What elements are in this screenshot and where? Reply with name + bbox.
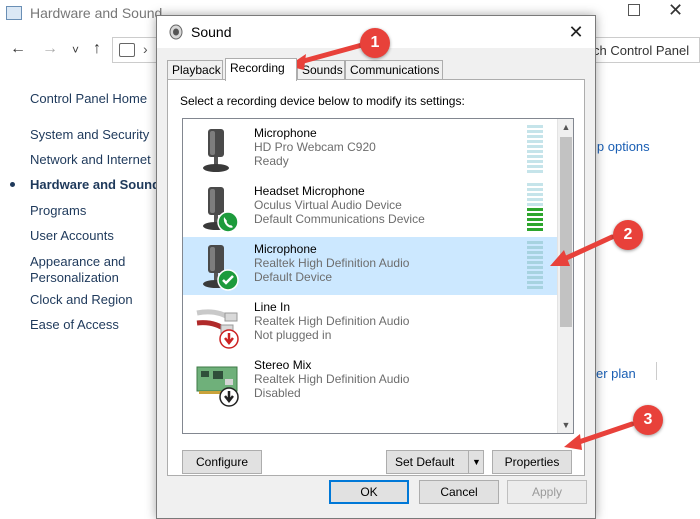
active-bullet-icon [10, 182, 15, 187]
device-name: Stereo Mix [254, 358, 312, 372]
microphone-icon [203, 129, 229, 172]
configure-button[interactable]: Configure [182, 450, 262, 474]
tab-communications[interactable]: Communications [345, 60, 443, 80]
device-description: Realtek High Definition Audio [254, 314, 410, 328]
sidebar-item-control-panel-home[interactable]: Control Panel Home [30, 91, 147, 107]
dialog-title: Sound [191, 24, 232, 40]
level-meter [527, 241, 543, 291]
level-meter [527, 183, 543, 233]
sidebar-item-personalization[interactable]: Personalization [30, 270, 119, 286]
device-description: Realtek High Definition Audio [254, 256, 410, 270]
check-badge-icon [217, 269, 239, 291]
annotation-badge-2: 2 [613, 220, 643, 250]
red-down-arrow-badge-icon [219, 329, 239, 349]
back-arrow-icon[interactable]: ← [10, 40, 26, 58]
phone-badge-icon [217, 211, 239, 233]
power-options-link[interactable]: ip options [594, 139, 650, 154]
address-bar[interactable]: › [112, 37, 160, 63]
sidebar-item-programs[interactable]: Programs [30, 203, 86, 219]
scroll-thumb[interactable] [560, 137, 572, 327]
separator [656, 362, 657, 380]
up-arrow-icon[interactable]: ↑ [93, 40, 101, 58]
scroll-up-icon[interactable]: ▲ [558, 119, 573, 135]
device-name: Microphone [254, 126, 317, 140]
device-list[interactable]: Microphone HD Pro Webcam C920 Ready Head… [182, 118, 574, 434]
list-item[interactable]: Headset Microphone Oculus Virtual Audio … [183, 179, 557, 237]
tab-playback[interactable]: Playback [167, 60, 223, 80]
instruction-text: Select a recording device below to modif… [180, 94, 465, 108]
recent-locations-icon[interactable]: ˅ [72, 43, 79, 57]
sidebar-item-network-and-internet[interactable]: Network and Internet [30, 152, 151, 168]
sidebar-item-system-and-security[interactable]: System and Security [30, 127, 149, 143]
scroll-down-icon[interactable]: ▼ [558, 417, 573, 433]
tab-sounds[interactable]: Sounds [297, 60, 345, 80]
power-plan-link[interactable]: er plan [596, 366, 636, 381]
annotation-badge-3: 3 [633, 405, 663, 435]
device-name: Headset Microphone [254, 184, 365, 198]
apply-button[interactable]: Apply [507, 480, 587, 504]
black-down-arrow-badge-icon [219, 387, 239, 407]
speaker-icon [169, 24, 183, 40]
forward-arrow-icon[interactable]: → [42, 40, 58, 58]
cancel-button[interactable]: Cancel [419, 480, 499, 504]
device-status: Disabled [254, 386, 301, 400]
device-description: Oculus Virtual Audio Device [254, 198, 402, 212]
sidebar-item-user-accounts[interactable]: User Accounts [30, 228, 114, 244]
properties-button[interactable]: Properties [492, 450, 572, 474]
device-description: HD Pro Webcam C920 [254, 140, 376, 154]
device-status: Not plugged in [254, 328, 332, 342]
sidebar-item-hardware-and-sound[interactable]: Hardware and Sound [30, 177, 160, 193]
vertical-scrollbar[interactable]: ▲ ▼ [557, 119, 573, 433]
sidebar-item-clock-and-region[interactable]: Clock and Region [30, 292, 133, 308]
dialog-close-button[interactable]: ✕ [559, 18, 593, 46]
sidebar-item-ease-of-access[interactable]: Ease of Access [30, 317, 119, 333]
sidebar-item-appearance-and[interactable]: Appearance and [30, 254, 125, 270]
tab-recording[interactable]: Recording [225, 58, 297, 81]
control-panel-icon [119, 43, 135, 57]
device-status: Default Communications Device [254, 212, 425, 226]
recording-panel: Select a recording device below to modif… [167, 79, 585, 476]
search-input[interactable]: ch Control Panel [590, 37, 700, 63]
device-description: Realtek High Definition Audio [254, 372, 410, 386]
set-default-button[interactable]: Set Default ▼ [386, 450, 484, 474]
ok-button[interactable]: OK [329, 480, 409, 504]
set-default-label: Set Default [395, 455, 455, 469]
chevron-right-icon: › [143, 41, 148, 57]
set-default-dropdown-icon[interactable]: ▼ [468, 451, 484, 473]
control-panel-title: Hardware and Sound [30, 5, 163, 21]
device-status: Default Device [254, 270, 333, 284]
device-name: Microphone [254, 242, 317, 256]
list-item[interactable]: Line In Realtek High Definition Audio No… [183, 295, 557, 353]
annotation-badge-1: 1 [360, 28, 390, 58]
device-name: Line In [254, 300, 291, 314]
control-panel-icon [6, 6, 22, 20]
list-item-selected[interactable]: Microphone Realtek High Definition Audio… [183, 237, 557, 295]
device-status: Ready [254, 154, 289, 168]
close-window-button[interactable]: ✕ [668, 0, 683, 21]
sound-dialog: Sound ✕ Playback Recording Sounds Commun… [156, 15, 596, 519]
maximize-button[interactable] [628, 4, 640, 16]
list-item[interactable]: Stereo Mix Realtek High Definition Audio… [183, 353, 557, 411]
level-meter [527, 125, 543, 175]
list-item[interactable]: Microphone HD Pro Webcam C920 Ready [183, 121, 557, 179]
